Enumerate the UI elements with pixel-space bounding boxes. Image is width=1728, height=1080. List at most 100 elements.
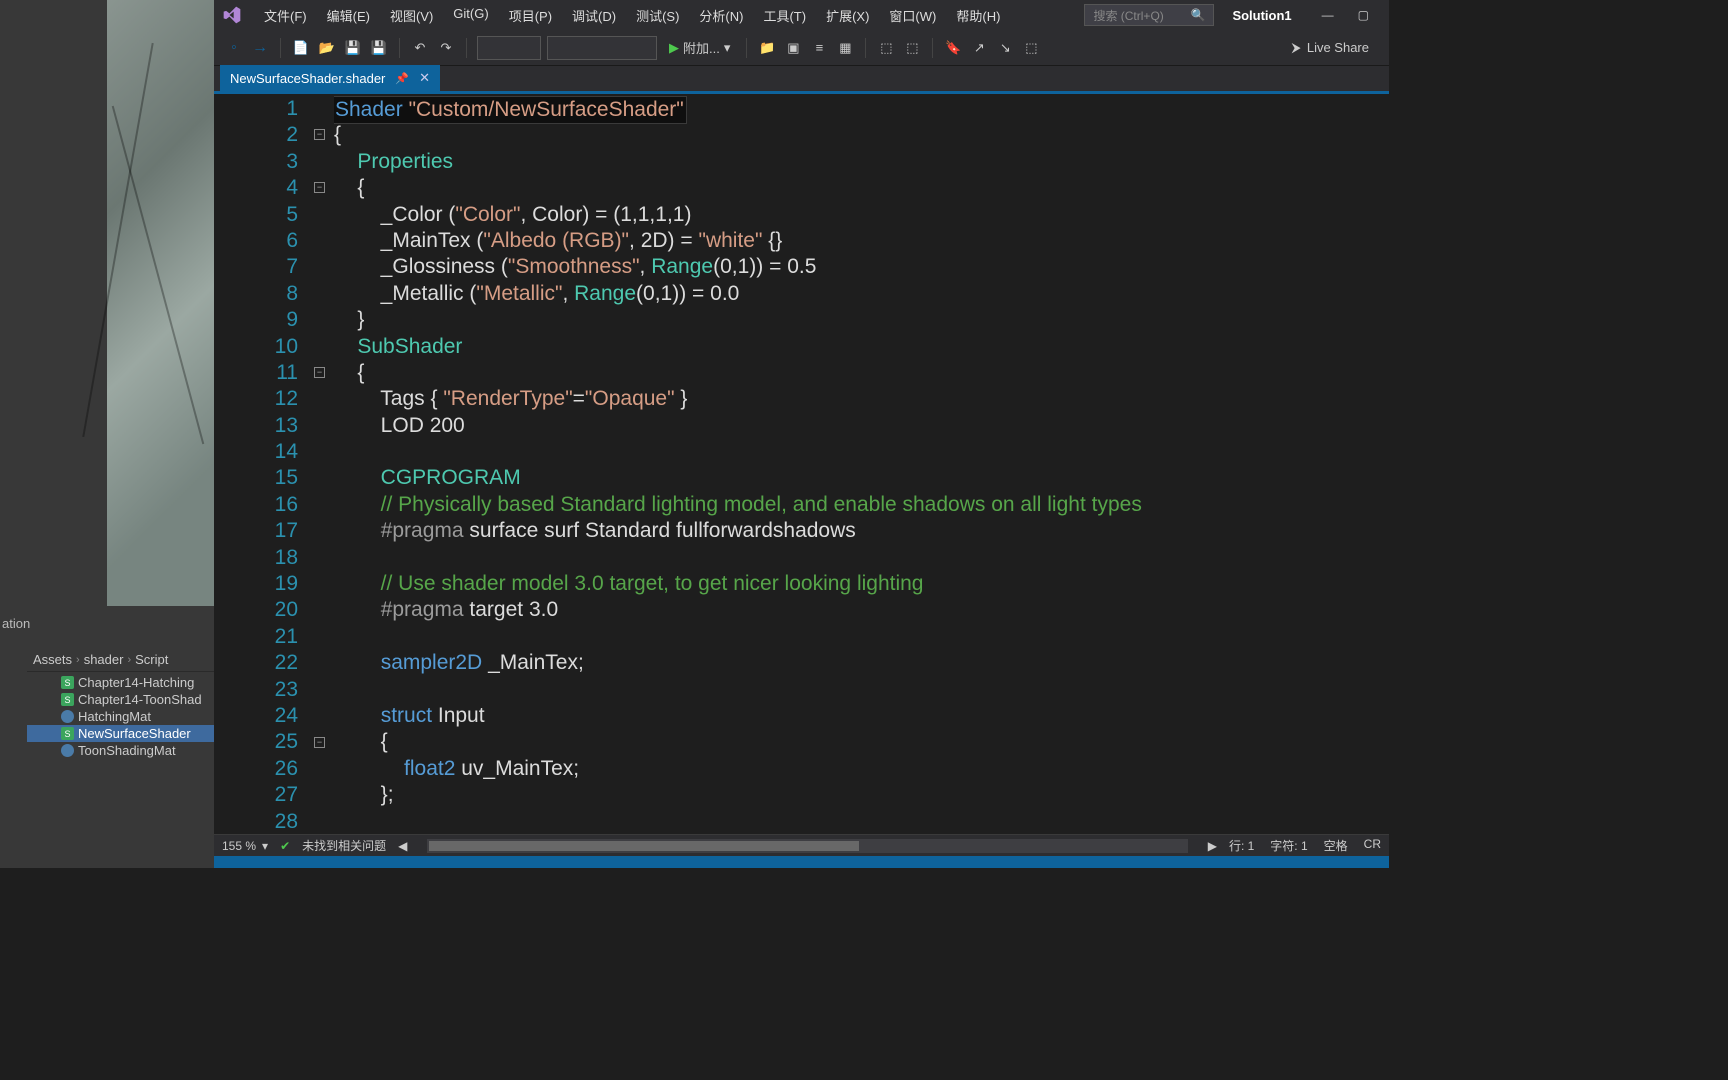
menu-item[interactable]: 项目(P) [499,2,562,29]
code-line[interactable] [334,545,1389,571]
code-line[interactable]: LOD 200 [334,413,1389,439]
unity-scene-viewport[interactable] [107,0,214,606]
scroll-left-icon[interactable]: ◀ [398,839,407,853]
fold-toggle[interactable]: − [314,129,325,140]
toolbar-icon[interactable]: ▣ [783,38,803,58]
code-line[interactable]: _Color ("Color", Color) = (1,1,1,1) [334,202,1389,228]
code-line[interactable]: SubShader [334,334,1389,360]
menu-item[interactable]: 工具(T) [753,2,816,29]
code-line[interactable]: // Physically based Standard lighting mo… [334,492,1389,518]
fold-toggle[interactable]: − [314,737,325,748]
code-area[interactable]: Shader "Custom/NewSurfaceShader"{ Proper… [334,94,1389,834]
undo-button[interactable]: ↶ [410,38,430,58]
toolbar-icon[interactable]: ⬚ [876,38,896,58]
code-line[interactable]: Shader "Custom/NewSurfaceShader" [334,96,1389,122]
tab-label: NewSurfaceShader.shader [230,71,385,86]
separator [466,38,467,58]
code-line[interactable]: Properties [334,149,1389,175]
separator [746,38,747,58]
code-line[interactable]: { [334,729,1389,755]
save-button[interactable]: 💾 [343,38,363,58]
breadcrumb[interactable]: Assets › shader › Script [27,648,214,672]
menu-item[interactable]: 扩展(X) [816,2,879,29]
code-line[interactable] [334,624,1389,650]
code-line[interactable]: } [334,307,1389,333]
code-line[interactable] [334,809,1389,834]
menu-item[interactable]: 测试(S) [626,2,689,29]
scroll-right-icon[interactable]: ▶ [1208,839,1217,853]
status-line[interactable]: 行: 1 [1229,837,1254,854]
start-debug-button[interactable]: ▶ 附加... ▾ [663,38,736,57]
code-line[interactable]: #pragma target 3.0 [334,597,1389,623]
search-input[interactable]: 搜索 (Ctrl+Q) 🔍 [1084,4,1214,26]
bookmark-icon[interactable]: 🔖 [943,38,963,58]
config-dropdown[interactable] [477,36,541,60]
code-line[interactable]: { [334,360,1389,386]
save-all-button[interactable]: 💾 [369,38,389,58]
fold-toggle[interactable]: − [314,367,325,378]
breadcrumb-part[interactable]: Script [135,652,168,667]
fold-toggle[interactable]: − [314,182,325,193]
code-line[interactable]: { [334,175,1389,201]
platform-dropdown[interactable] [547,36,657,60]
code-line[interactable]: _MainTex ("Albedo (RGB)", 2D) = "white" … [334,228,1389,254]
menu-item[interactable]: 视图(V) [380,2,443,29]
tab-active[interactable]: NewSurfaceShader.shader 📌 ✕ [220,65,440,91]
list-item[interactable]: SChapter14-Hatching [27,674,214,691]
menu-item[interactable]: 帮助(H) [946,2,1010,29]
toolbar-icon[interactable]: ⬚ [902,38,922,58]
code-line[interactable] [334,677,1389,703]
status-spaces[interactable]: 空格 [1324,837,1348,854]
menu-item[interactable]: 窗口(W) [879,2,946,29]
menu-item[interactable]: 分析(N) [689,2,753,29]
code-line[interactable]: sampler2D _MainTex; [334,650,1389,676]
toolbar-icon[interactable]: ⬚ [1021,38,1041,58]
code-line[interactable]: _Glossiness ("Smoothness", Range(0,1)) =… [334,254,1389,280]
separator [932,38,933,58]
menu-item[interactable]: 文件(F) [254,2,317,29]
maximize-button[interactable]: ▢ [1346,8,1381,22]
toolbar-icon[interactable]: ≡ [809,38,829,58]
code-line[interactable]: #pragma surface surf Standard fullforwar… [334,518,1389,544]
open-button[interactable]: 📂 [317,38,337,58]
code-line[interactable]: // Use shader model 3.0 target, to get n… [334,571,1389,597]
pin-icon[interactable]: 📌 [395,72,409,85]
status-char[interactable]: 字符: 1 [1270,837,1307,854]
toolbar-icon[interactable]: ▦ [835,38,855,58]
status-crlf[interactable]: CR [1364,837,1381,854]
toolbar-icon[interactable]: ↗ [969,38,989,58]
code-editor[interactable]: 1234567891011121314151617181920212223242… [214,94,1389,834]
zoom-control[interactable]: 155 % ▾ [222,839,268,853]
list-item[interactable]: SNewSurfaceShader [27,725,214,742]
nav-back-button[interactable]: ◦ [224,38,244,58]
code-line[interactable] [334,439,1389,465]
menu-item[interactable]: 调试(D) [562,2,626,29]
code-line[interactable]: Tags { "RenderType"="Opaque" } [334,386,1389,412]
code-line[interactable]: _Metallic ("Metallic", Range(0,1)) = 0.0 [334,281,1389,307]
list-item[interactable]: ToonShadingMat [27,742,214,759]
breadcrumb-part[interactable]: Assets [33,652,72,667]
new-file-button[interactable]: 📄 [291,38,311,58]
live-share-button[interactable]: ⮞ Live Share [1281,40,1379,56]
issues-label[interactable]: 未找到相关问题 [302,837,386,854]
menu-item[interactable]: Git(G) [443,2,498,29]
menu-item[interactable]: 编辑(E) [317,2,380,29]
code-line[interactable]: CGPROGRAM [334,465,1389,491]
line-number: 14 [214,439,298,465]
toolbar-icon[interactable]: ↘ [995,38,1015,58]
minimize-button[interactable]: — [1310,8,1346,22]
code-line[interactable]: struct Input [334,703,1389,729]
breadcrumb-part[interactable]: shader [84,652,124,667]
list-item[interactable]: SChapter14-ToonShad [27,691,214,708]
code-line[interactable]: { [334,122,1389,148]
close-icon[interactable]: ✕ [419,70,430,86]
redo-button[interactable]: ↷ [436,38,456,58]
horizontal-scrollbar[interactable] [427,839,1187,853]
code-line[interactable]: float2 uv_MainTex; [334,756,1389,782]
list-item[interactable]: HatchingMat [27,708,214,725]
live-share-label: Live Share [1307,40,1369,55]
toolbar-icon[interactable]: 📁 [757,38,777,58]
solution-name[interactable]: Solution1 [1214,8,1309,23]
code-line[interactable]: }; [334,782,1389,808]
nav-fwd-button[interactable]: → [250,38,270,58]
